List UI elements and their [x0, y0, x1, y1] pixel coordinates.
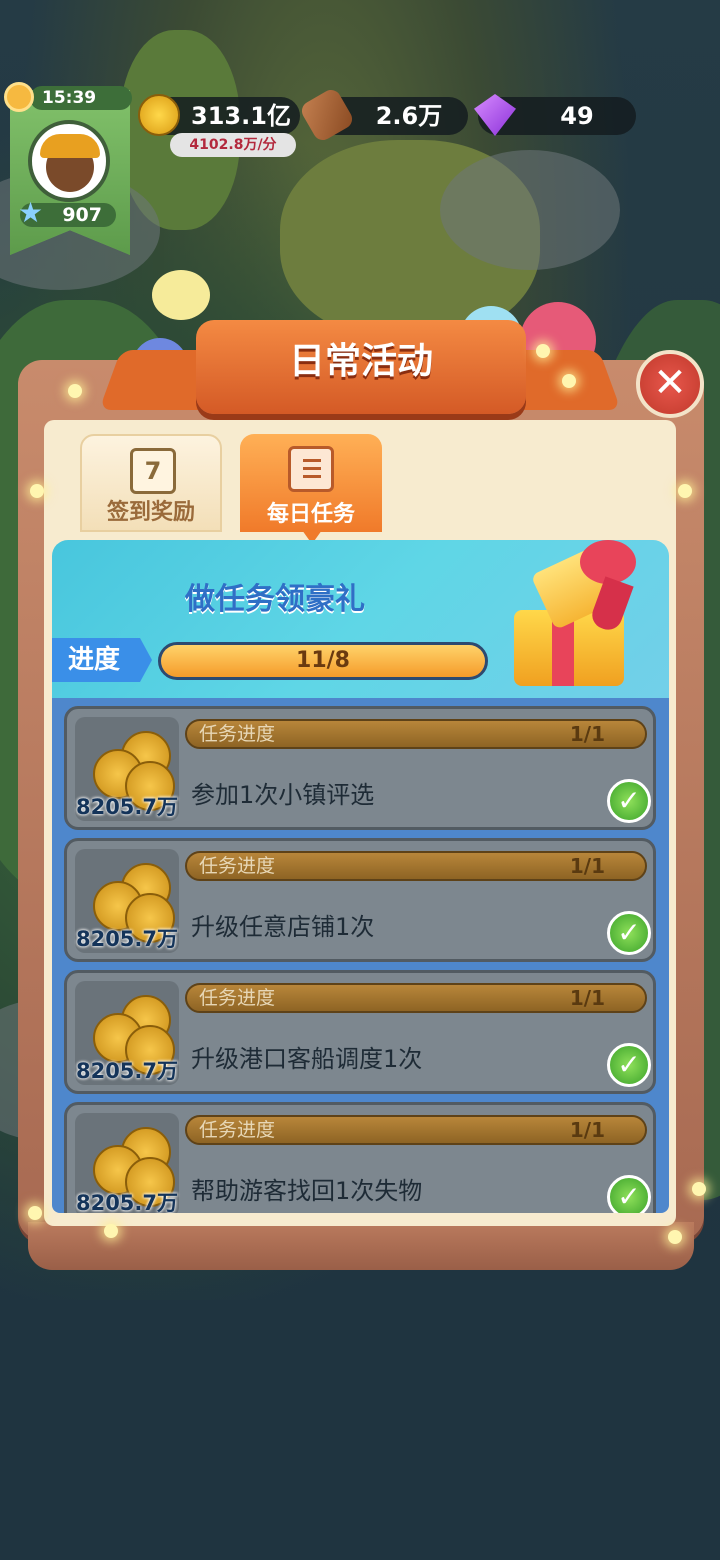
close-icon: ✕	[653, 360, 687, 406]
gem-value: 49	[560, 102, 594, 130]
reward-amount: 8205.7万	[75, 1191, 179, 1213]
task-progress-bar: 任务进度 1/1	[185, 983, 647, 1013]
task-description: 参加1次小镇评选	[191, 781, 375, 809]
coin-value: 313.1亿	[191, 102, 291, 130]
banner-title: 做任务领豪礼	[185, 582, 365, 617]
reward-amount: 8205.7万	[75, 1059, 179, 1083]
checklist-icon	[288, 446, 334, 492]
fairy-light	[692, 1182, 706, 1196]
task-progress-bar: 任务进度 1/1	[185, 719, 647, 749]
fairy-light	[678, 484, 692, 498]
task-card: 8205.7万 任务进度 1/1 升级任意店铺1次 ✓	[64, 838, 656, 962]
task-progress-label: 任务进度	[199, 987, 276, 1009]
tab-label: 签到奖励	[106, 500, 195, 525]
tab-sign-in-reward[interactable]: 7 签到奖励	[80, 434, 222, 532]
fairy-light	[68, 384, 82, 398]
fairy-light	[536, 344, 550, 358]
task-progress-label: 任务进度	[199, 723, 276, 745]
close-button[interactable]: ✕	[636, 350, 704, 418]
fairy-light	[562, 374, 576, 388]
progress-label: 进度	[52, 638, 152, 682]
fairy-light	[104, 1224, 118, 1238]
task-progress-value: 1/1	[569, 854, 605, 878]
wood-counter[interactable]: 2.6万	[298, 86, 468, 144]
reward-amount: 8205.7万	[75, 927, 179, 951]
sun-icon	[4, 82, 34, 112]
tab-label: 每日任务	[266, 502, 355, 527]
task-card: 8205.7万 任务进度 1/1 帮助游客找回1次失物 ✓	[64, 1102, 656, 1213]
clock: 15:39	[30, 86, 132, 110]
task-progress-label: 任务进度	[199, 855, 276, 877]
task-progress-value: 1/1	[569, 986, 605, 1010]
wood-value: 2.6万	[375, 102, 443, 130]
check-icon: ✓	[607, 779, 651, 823]
check-icon: ✓	[607, 1043, 651, 1087]
reward-amount: 8205.7万	[75, 795, 179, 819]
panel-base	[28, 1222, 694, 1270]
progress-text: 11/8	[296, 648, 350, 673]
fairy-light	[28, 1206, 42, 1220]
gift-box-icon[interactable]	[510, 540, 640, 690]
avatar-hat	[40, 134, 100, 158]
coin-icon	[138, 94, 180, 136]
check-icon: ✓	[607, 911, 651, 955]
coin-counter[interactable]: 313.1亿	[138, 94, 300, 136]
fairy-light	[30, 484, 44, 498]
task-progress-bar: 任务进度 1/1	[185, 1115, 647, 1145]
tab-daily-tasks[interactable]: 每日任务	[240, 434, 382, 532]
task-list[interactable]: 8205.7万 任务进度 1/1 参加1次小镇评选 ✓ 8205.7万 任务进度…	[52, 698, 669, 1213]
heart-balloon	[152, 270, 210, 320]
task-progress-bar: 任务进度 1/1	[185, 851, 647, 881]
star-icon: ★	[18, 196, 44, 229]
cloud	[440, 150, 620, 270]
task-card: 8205.7万 任务进度 1/1 参加1次小镇评选 ✓	[64, 706, 656, 830]
avatar[interactable]	[28, 120, 110, 202]
coin-rate: 4102.8万/分	[170, 133, 296, 157]
task-description: 帮助游客找回1次失物	[191, 1177, 423, 1205]
task-progress-label: 任务进度	[199, 1119, 276, 1141]
gem-counter[interactable]: 49	[474, 94, 636, 136]
check-icon: ✓	[607, 1175, 651, 1213]
task-description: 升级任意店铺1次	[191, 913, 375, 941]
progress-bar: 11/8	[158, 642, 488, 680]
fairy-light	[668, 1230, 682, 1244]
task-progress-value: 1/1	[569, 1118, 605, 1142]
task-description: 升级港口客船调度1次	[191, 1045, 423, 1073]
panel-title: 日常活动	[288, 341, 433, 382]
calendar-icon: 7	[130, 448, 176, 494]
task-card: 8205.7万 任务进度 1/1 升级港口客船调度1次 ✓	[64, 970, 656, 1094]
task-progress-value: 1/1	[569, 722, 605, 746]
